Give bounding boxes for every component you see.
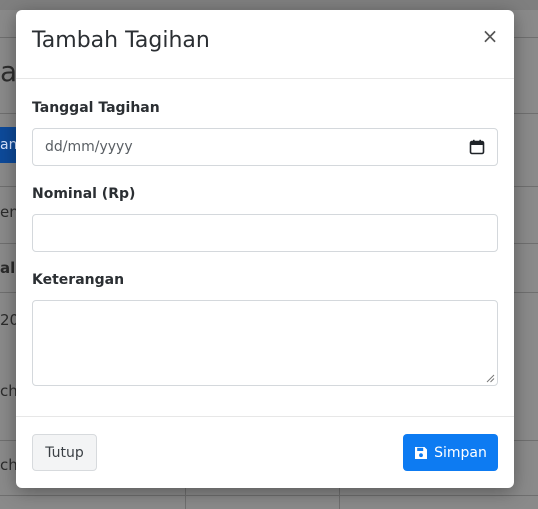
- close-button-label: Tutup: [45, 444, 84, 461]
- modal-footer: Tutup Simpan: [16, 416, 514, 488]
- save-button-label: Simpan: [434, 444, 487, 461]
- amount-label: Nominal (Rp): [32, 186, 136, 202]
- modal-body: Tanggal Tagihan dd/mm/yyyy Nominal (Rp) …: [16, 79, 514, 418]
- modal-header: Tambah Tagihan ×: [16, 10, 514, 79]
- close-icon[interactable]: ×: [478, 24, 502, 48]
- floppy-disk-icon: [415, 446, 428, 459]
- close-button[interactable]: Tutup: [32, 434, 97, 471]
- save-button[interactable]: Simpan: [403, 434, 498, 471]
- description-textarea[interactable]: [32, 300, 498, 386]
- bill-date-input[interactable]: dd/mm/yyyy: [32, 128, 498, 166]
- modal-title: Tambah Tagihan: [32, 28, 210, 53]
- bill-date-placeholder: dd/mm/yyyy: [45, 139, 133, 155]
- amount-input[interactable]: [32, 214, 498, 252]
- description-label: Keterangan: [32, 272, 125, 288]
- resize-grip-icon[interactable]: [486, 374, 495, 383]
- bill-date-label: Tanggal Tagihan: [32, 100, 160, 116]
- add-bill-modal: Tambah Tagihan × Tanggal Tagihan dd/mm/y…: [16, 10, 514, 488]
- calendar-icon[interactable]: [469, 139, 485, 155]
